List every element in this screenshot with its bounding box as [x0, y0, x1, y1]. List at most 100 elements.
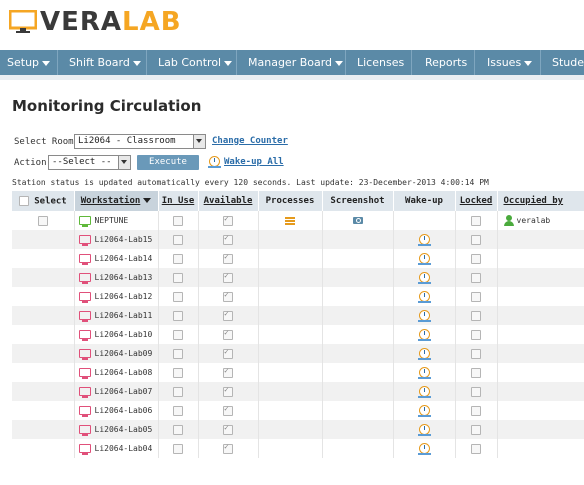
- available-checkbox: [223, 233, 233, 245]
- alarm-clock-icon[interactable]: [417, 329, 431, 341]
- workstation-name[interactable]: Li2064-Lab12: [95, 292, 153, 301]
- workstation-name[interactable]: Li2064-Lab10: [95, 330, 153, 339]
- screenshot-cell: [322, 439, 394, 458]
- alarm-clock-icon[interactable]: [417, 424, 431, 436]
- workstation-name[interactable]: Li2064-Lab07: [95, 387, 153, 396]
- nav-shift-board[interactable]: Shift Board: [69, 50, 141, 75]
- processes-list-icon[interactable]: [285, 216, 295, 225]
- available-cell: [198, 249, 259, 268]
- in-use-cell: [158, 230, 199, 249]
- locked-checkbox: [471, 405, 481, 416]
- select-cell: [12, 325, 75, 344]
- nav-manager-board[interactable]: Manager Board: [248, 50, 344, 75]
- monitor-icon: [78, 235, 91, 246]
- chevron-down-icon: [193, 135, 205, 148]
- workstation-name[interactable]: Li2064-Lab14: [95, 254, 153, 263]
- header-select[interactable]: Select: [12, 191, 75, 211]
- locked-checkbox: [471, 215, 481, 226]
- alarm-clock-icon[interactable]: [417, 367, 431, 379]
- in-use-checkbox: [173, 272, 183, 283]
- available-checkbox: [223, 442, 233, 454]
- locked-cell: [455, 325, 498, 344]
- screenshot-cell: [322, 268, 394, 287]
- locked-checkbox: [471, 424, 481, 435]
- workstation-name[interactable]: Li2064-Lab04: [95, 444, 153, 453]
- processes-cell: [258, 401, 323, 420]
- workstation-cell: NEPTUNE: [74, 211, 159, 230]
- wake-up-cell: [393, 287, 456, 306]
- execute-button[interactable]: Execute: [137, 155, 199, 170]
- alarm-clock-icon[interactable]: [417, 348, 431, 360]
- workstation-cell: Li2064-Lab07: [74, 382, 159, 401]
- camera-icon[interactable]: [352, 217, 363, 224]
- sort-desc-icon: [143, 198, 152, 203]
- alarm-clock-icon[interactable]: [417, 443, 431, 455]
- locked-checkbox: [471, 291, 481, 302]
- screenshot-cell: [322, 401, 394, 420]
- action-label: Action: [14, 158, 47, 168]
- alarm-clock-icon[interactable]: [417, 291, 431, 303]
- header-available[interactable]: Available: [198, 191, 259, 211]
- table-header-row: Select Workstation In Use Available Proc…: [12, 191, 584, 211]
- monitor-icon: [78, 311, 91, 322]
- locked-cell: [455, 363, 498, 382]
- alarm-clock-icon[interactable]: [417, 310, 431, 322]
- in-use-cell: [158, 401, 199, 420]
- processes-cell: [258, 249, 323, 268]
- screenshot-cell: [322, 344, 394, 363]
- change-counter-link[interactable]: Change Counter: [212, 136, 288, 146]
- in-use-cell: [158, 268, 199, 287]
- in-use-checkbox: [173, 405, 183, 416]
- table-row: Li2064-Lab09: [12, 344, 584, 363]
- select-cell: [12, 344, 75, 363]
- workstation-name[interactable]: Li2064-Lab06: [95, 406, 153, 415]
- header-logo-bar: VERALAB: [0, 0, 584, 48]
- screenshot-cell: [322, 382, 394, 401]
- alarm-clock-icon[interactable]: [417, 253, 431, 265]
- wake-up-cell: [393, 401, 456, 420]
- workstation-name[interactable]: Li2064-Lab15: [95, 235, 153, 244]
- occupied-by-cell: [497, 382, 584, 401]
- alarm-clock-icon[interactable]: [417, 405, 431, 417]
- nav-setup[interactable]: Setup: [7, 50, 51, 75]
- header-locked[interactable]: Locked: [455, 191, 498, 211]
- monitor-icon: [78, 425, 91, 436]
- nav-lab-control[interactable]: Lab Control: [158, 50, 233, 75]
- select-cell: [12, 439, 75, 458]
- workstation-name[interactable]: Li2064-Lab13: [95, 273, 153, 282]
- nav-issues[interactable]: Issues: [487, 50, 533, 75]
- alarm-clock-icon[interactable]: [417, 386, 431, 398]
- alarm-clock-icon[interactable]: [417, 272, 431, 284]
- workstation-name[interactable]: Li2064-Lab08: [95, 368, 153, 377]
- locked-cell: [455, 344, 498, 363]
- nav-students[interactable]: Studen: [552, 50, 584, 75]
- header-workstation[interactable]: Workstation: [74, 191, 159, 211]
- nav-reports[interactable]: Reports: [425, 50, 467, 75]
- available-checkbox: [223, 309, 233, 321]
- workstation-name[interactable]: Li2064-Lab11: [95, 311, 153, 320]
- workstation-name[interactable]: Li2064-Lab09: [95, 349, 153, 358]
- workstation-name[interactable]: Li2064-Lab05: [95, 425, 153, 434]
- available-checkbox: [223, 328, 233, 340]
- main-nav: Setup Shift Board Lab Control Manager Bo…: [0, 50, 584, 75]
- action-select[interactable]: --Select --: [48, 155, 131, 170]
- available-cell: [198, 420, 259, 439]
- select-cell: [12, 382, 75, 401]
- occupied-by-cell: [497, 268, 584, 287]
- row-select-checkbox[interactable]: [37, 215, 48, 226]
- table-row: Li2064-Lab10: [12, 325, 584, 344]
- locked-checkbox: [471, 253, 481, 264]
- available-checkbox: [223, 404, 233, 416]
- available-checkbox: [223, 290, 233, 302]
- select-all-checkbox[interactable]: [18, 195, 29, 206]
- room-select[interactable]: Li2064 - Classroom: [74, 134, 206, 149]
- nav-licenses[interactable]: Licenses: [357, 50, 404, 75]
- workstation-cell: Li2064-Lab10: [74, 325, 159, 344]
- header-occupied-by[interactable]: Occupied by: [497, 191, 584, 211]
- wake-up-all-link[interactable]: Wake-up All: [224, 157, 284, 167]
- wake-up-cell: [393, 344, 456, 363]
- available-cell: [198, 325, 259, 344]
- workstation-name[interactable]: NEPTUNE: [95, 216, 129, 225]
- alarm-clock-icon[interactable]: [417, 234, 431, 246]
- header-in-use[interactable]: In Use: [158, 191, 199, 211]
